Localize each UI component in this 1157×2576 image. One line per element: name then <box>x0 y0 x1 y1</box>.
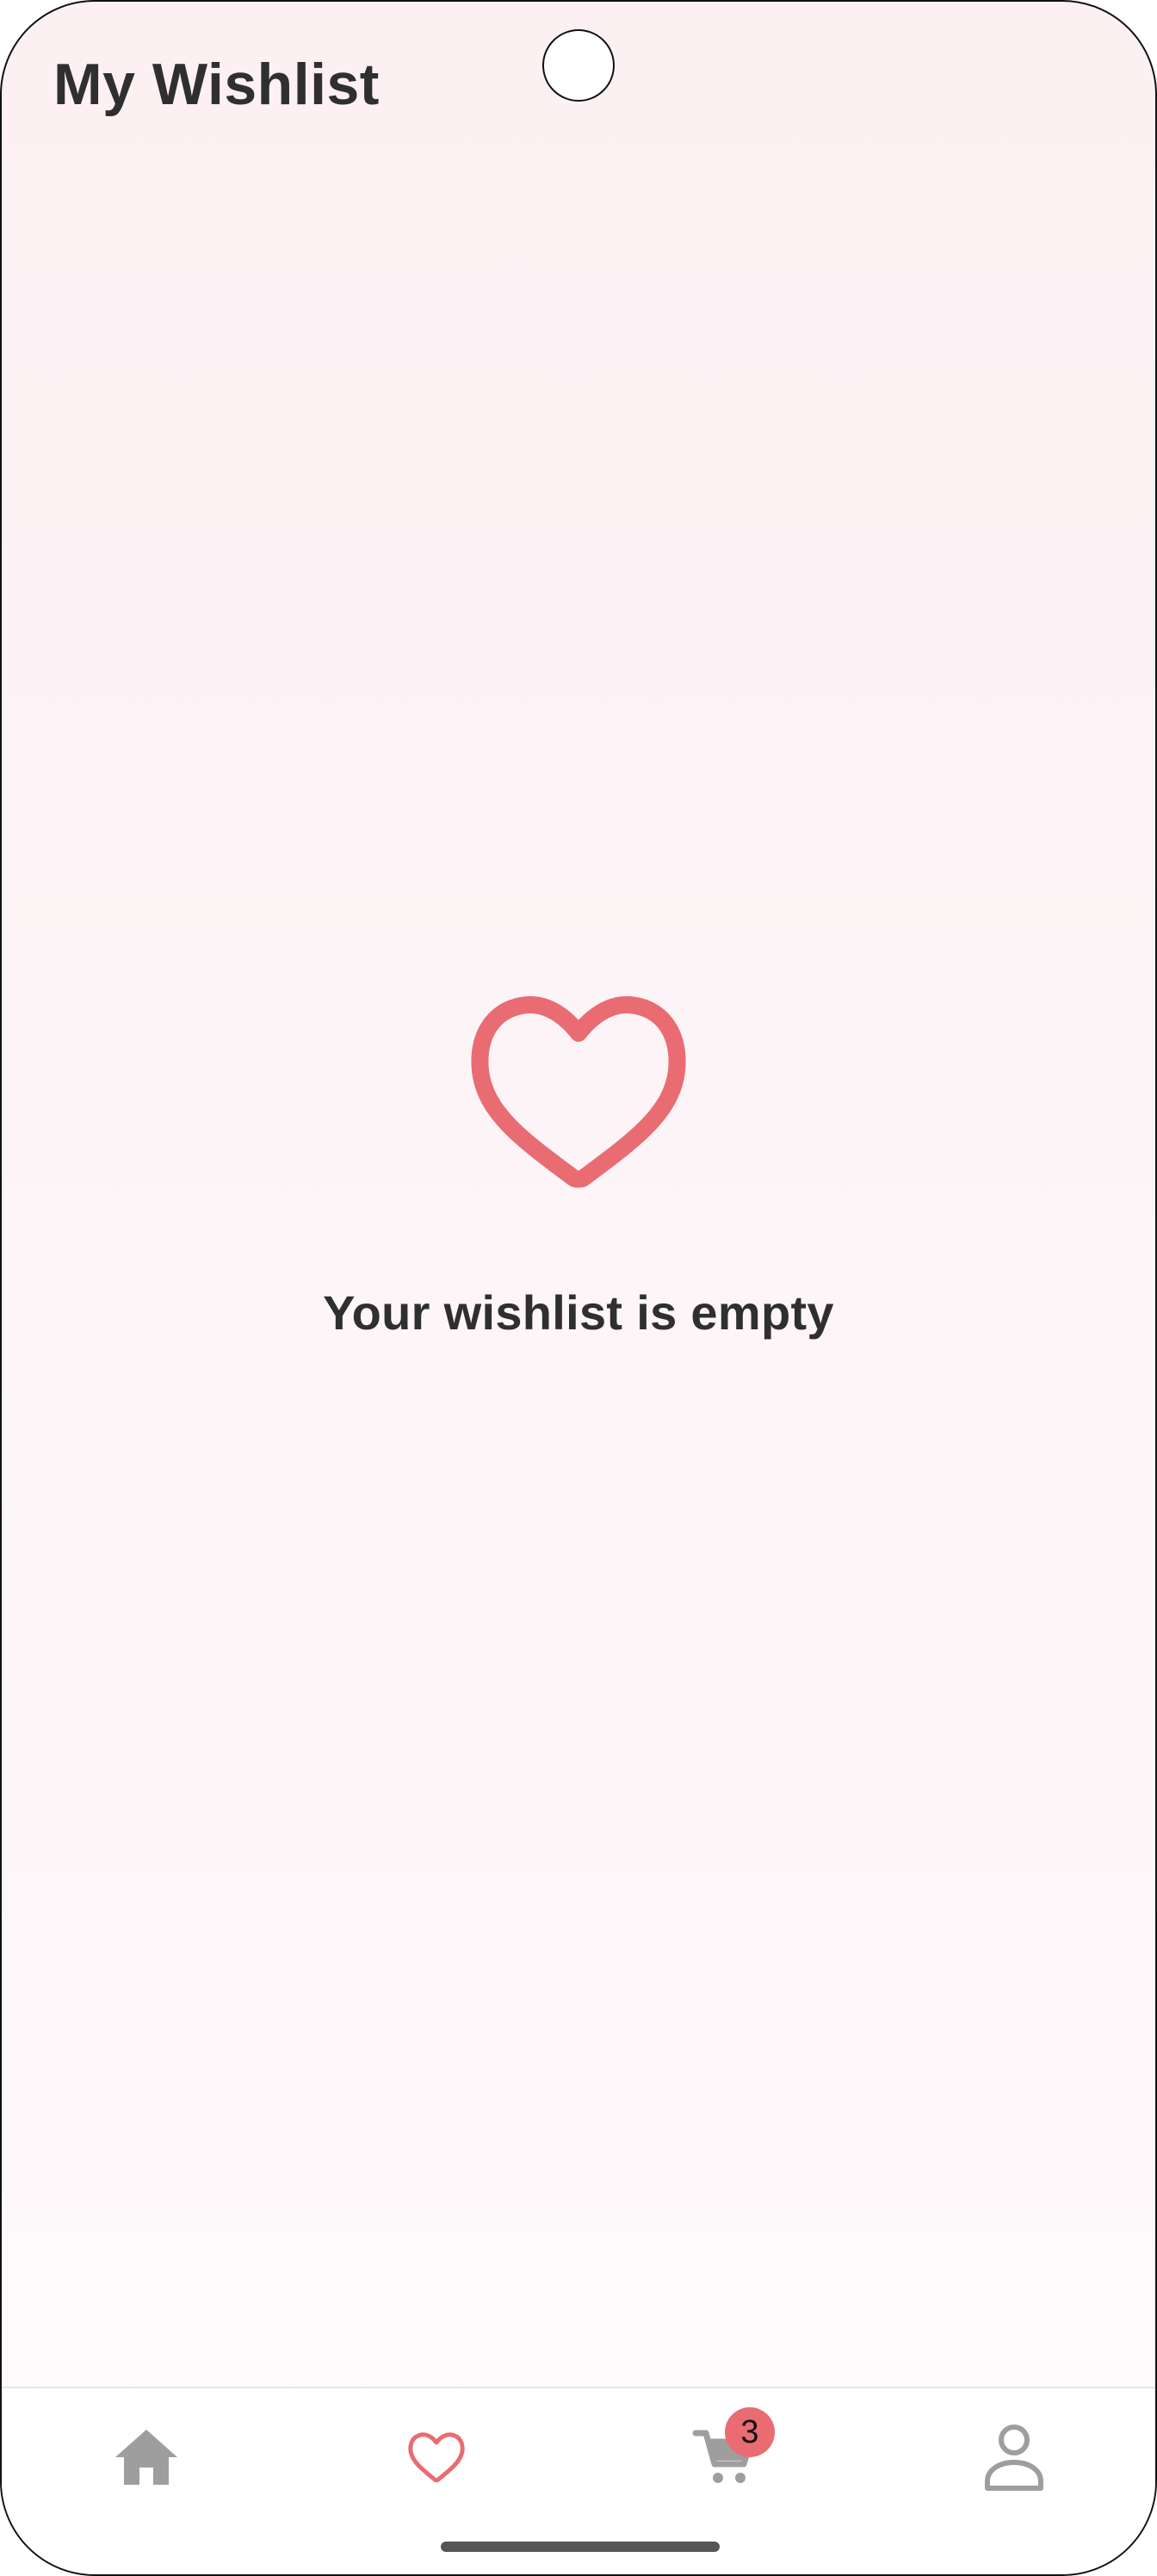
nav-profile-button[interactable] <box>954 2406 1074 2509</box>
nav-home-button[interactable] <box>86 2406 207 2509</box>
nav-wishlist-button[interactable] <box>376 2406 497 2509</box>
page-title: My Wishlist <box>53 52 380 117</box>
nav-cart-button[interactable]: 3 <box>663 2406 783 2509</box>
profile-icon <box>985 2424 1043 2491</box>
heart-icon <box>408 2432 465 2483</box>
heart-outline-icon <box>471 996 686 1188</box>
camera-cutout <box>542 29 615 102</box>
empty-message: Your wishlist is empty <box>323 1285 834 1340</box>
cart-count-badge: 3 <box>725 2407 775 2457</box>
home-indicator-bar[interactable] <box>441 2542 720 2552</box>
empty-state: Your wishlist is empty <box>2 983 1155 1341</box>
home-icon <box>115 2430 177 2485</box>
phone-screen: My Wishlist Your wishlist is empty 3 <box>0 0 1157 2576</box>
